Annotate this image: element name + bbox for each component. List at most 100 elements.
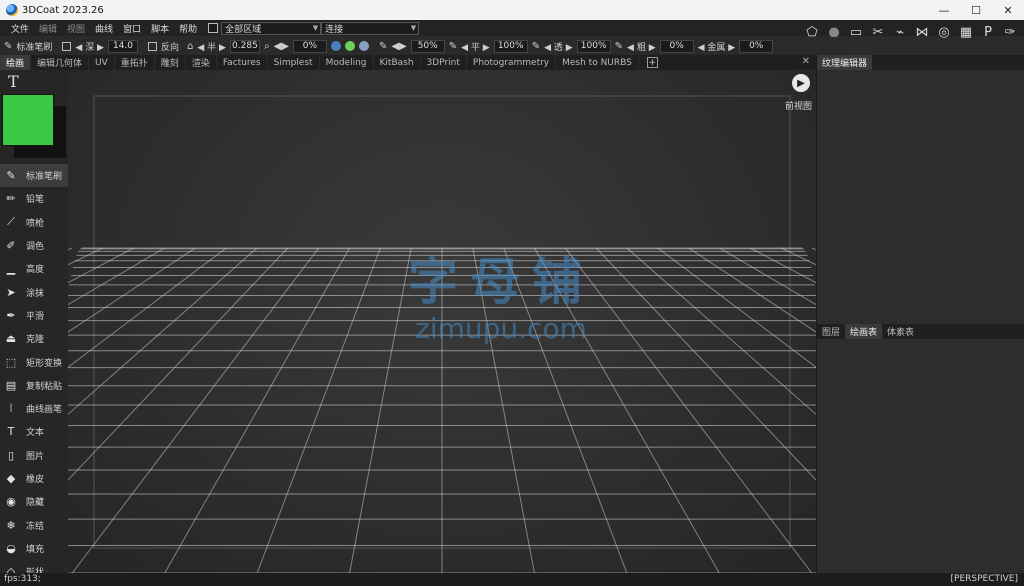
tool-item[interactable]: ▤ 复制粘贴 [0,374,68,397]
tool-item[interactable]: ▁ 高度 [0,257,68,280]
tool-item[interactable]: ⏏ 克隆 [0,327,68,350]
tool-item[interactable]: T 文本 [0,420,68,443]
tool-label: 喷枪 [26,218,45,229]
tab-paint[interactable]: 绘画 [0,55,32,70]
panel-tab[interactable]: 体素表 [882,324,919,339]
grid-line-vertical [68,247,165,306]
lock-icon[interactable]: ◀▶ [391,41,406,52]
tool-item[interactable]: ✏ 铅笔 [0,187,68,210]
radius-field[interactable]: 0.285 [229,39,260,53]
grid-line-vertical [71,247,320,573]
tool-item[interactable]: ❄ 冻结 [0,513,68,536]
depth-checkbox[interactable] [62,41,72,51]
roughness-field[interactable]: 0% [659,39,694,53]
tab-retopo[interactable]: 重拓扑 [115,55,155,70]
tool-item[interactable]: ⟋ 喷枪 [0,211,68,234]
tool-list: ✎ 标准笔刷 ✏ 铅笔 ⟋ 喷枪 ✐ 调色 ▁ 高度 ➤ 涂抹 ✒ 平滑 ⏏ 克隆 ⬚ 矩形变换 ▤ 复制粘贴 ⦚ 曲线画… [0,164,68,583]
minimize-button[interactable]: — [928,0,960,20]
depth-field[interactable]: 14.0 [107,39,138,53]
menu-file[interactable]: 文件 [6,22,34,35]
metal-field[interactable]: 0% [739,39,774,53]
frame-icon[interactable]: ▭ [848,24,864,40]
eraser-icon: ◆ [6,472,16,485]
tool-item[interactable]: ✐ 调色 [0,234,68,257]
tool-item[interactable]: ➤ 涂抹 [0,280,68,303]
tool-item[interactable]: ✒ 平滑 [0,304,68,327]
tab-texture-editor[interactable]: 纹理编辑器 [817,55,873,70]
primary-color-swatch[interactable] [2,94,54,146]
pressure-field[interactable]: 50% [410,39,445,53]
connect-select[interactable]: 连接 ▼ [321,21,420,35]
tab-edit-geometry[interactable]: 编辑几何体 [31,55,90,70]
smooth-icon: ✒ [6,308,16,322]
close-window-button[interactable]: ✕ [992,0,1024,20]
depth-label: ◀ 深 ▶ [75,42,104,53]
tab-3dprint[interactable]: 3DPrint [421,55,467,70]
window-title: 3DCoat 2023.26 [22,4,104,16]
tool-label: 填充 [26,544,45,555]
smooth-field[interactable]: 100% [493,39,528,53]
menu-view[interactable]: 视图 [62,22,90,35]
panel-tab[interactable]: 图层 [817,324,845,339]
tool-label: 铅笔 [26,195,45,206]
tool-item[interactable]: ◉ 隐藏 [0,490,68,513]
spiral-icon[interactable]: ◎ [936,24,952,40]
tab-factures[interactable]: Factures [217,55,268,70]
tab-simplest[interactable]: Simplest [268,55,320,70]
watermark-main: 字母铺 [408,253,594,311]
stamp-icon[interactable]: ⌁ [892,24,908,40]
panel-tab[interactable]: 绘画表 [845,324,883,339]
transparency-pen-icon: ✎ [531,40,541,52]
clone-icon: ⏏ [5,332,17,346]
smudge-icon: ➤ [6,285,16,299]
invert-checkbox[interactable] [147,41,157,51]
tool-item[interactable]: ✎ 标准笔刷 [0,164,68,188]
tab-modeling[interactable]: Modeling [320,55,374,70]
tab-sculpt[interactable]: 雕刻 [155,55,186,70]
pen-pressure-icon[interactable]: ✎ [379,41,387,52]
tab-render[interactable]: 渲染 [186,55,217,70]
transparency-field[interactable]: 100% [576,39,611,53]
status-bar: fps:313; [PERSPECTIVE] [0,573,1024,586]
magnifier-icon[interactable]: ⌕ [264,41,270,52]
tool-item[interactable]: ⦚ 曲线画笔 [0,397,68,420]
checker-icon[interactable]: ▦ [958,24,974,40]
viewport[interactable]: 字母铺 zimupu.com ▶ 前视图 [68,70,816,573]
tab-mesh-to-nurbs[interactable]: Mesh to NURBS [556,55,639,70]
menu-curves[interactable]: 曲线 [90,22,118,35]
grid-line-vertical [657,247,816,368]
tool-item[interactable]: ▯ 图片 [0,444,68,467]
menu-edit[interactable]: 编辑 [34,22,62,35]
arrows-icon[interactable]: ◀▶ [274,41,289,52]
material-sphere-icon[interactable] [330,41,341,51]
tab-kitbash[interactable]: KitBash [374,55,421,70]
menu-help[interactable]: 帮助 [174,22,202,35]
opacity-field[interactable]: 0% [292,39,327,53]
menu-windows[interactable]: 窗口 [118,22,146,35]
tab-photogrammetry[interactable]: Photogrammetry [467,55,557,70]
pen-icon[interactable]: ✑ [1002,24,1018,40]
gloss-sphere-icon[interactable] [358,41,369,51]
tool-item[interactable]: ◒ 填充 [0,537,68,560]
tool-label: 冻结 [26,521,45,532]
tool-item[interactable]: ⬚ 矩形变换 [0,350,68,373]
grid-line-vertical [349,247,412,573]
region-select[interactable]: 全部区域 ▼ [221,21,322,35]
airbrush-icon: ⟋ [7,215,15,229]
add-tab-button[interactable]: + [646,57,658,68]
maximize-button[interactable]: ☐ [960,0,992,20]
pen-tablet-icon[interactable]: P [980,24,996,40]
camera-icon[interactable]: ▶ [792,74,810,92]
menu-scripts[interactable]: 脚本 [146,22,174,35]
tab-uv[interactable]: UV [89,55,115,70]
brush-icon: ✎ [6,169,16,183]
scissors-icon[interactable]: ✂ [870,24,886,40]
tool-item[interactable]: ◆ 橡皮 [0,467,68,490]
color-dot-icon[interactable] [344,41,355,51]
text-tool-icon[interactable]: T [8,72,19,91]
close-tab-icon[interactable]: ✕ [802,56,810,67]
pencil-icon: ✏ [6,192,16,206]
region-checkbox[interactable] [208,23,219,33]
fps-readout: fps:313; [4,574,41,584]
mesh-icon[interactable]: ⋈ [914,24,930,40]
